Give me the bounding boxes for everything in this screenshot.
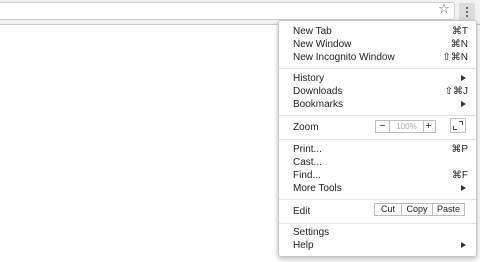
menu-item-shortcut: ⇧⌘J <box>444 86 468 97</box>
dot-icon <box>466 7 468 9</box>
edit-button-group: Cut Copy Paste <box>374 203 465 216</box>
menu-item-new-incognito-window[interactable]: New Incognito Window ⇧⌘N <box>279 51 474 64</box>
menu-item-print[interactable]: Print... ⌘P <box>279 143 474 156</box>
menu-item-new-tab[interactable]: New Tab ⌘T <box>279 25 474 38</box>
menu-item-bookmarks[interactable]: Bookmarks <box>279 98 474 111</box>
menu-item-label: New Window <box>293 39 352 50</box>
dot-icon <box>466 15 468 17</box>
menu-item-cast[interactable]: Cast... <box>279 156 474 169</box>
menu-item-shortcut: ⌘P <box>451 144 468 155</box>
menu-item-label: Print... <box>293 144 322 155</box>
menu-item-label: New Tab <box>293 26 332 37</box>
menu-item-label: Zoom <box>293 122 319 133</box>
menu-separator <box>279 199 476 200</box>
zoom-in-button[interactable]: + <box>422 121 435 132</box>
menu-item-label: Cast... <box>293 157 322 168</box>
menu-item-help[interactable]: Help <box>279 239 474 252</box>
menu-item-history[interactable]: History <box>279 72 474 85</box>
menu-item-shortcut: ⇧⌘N <box>442 52 468 63</box>
dot-icon <box>466 11 468 13</box>
zoom-control: − 100% + <box>375 120 436 133</box>
menu-item-find[interactable]: Find... ⌘F <box>279 169 474 182</box>
menu-item-label: Find... <box>293 170 321 181</box>
menu-item-shortcut: ⌘N <box>450 39 468 50</box>
menu-item-label: Edit <box>293 206 311 217</box>
menu-item-label: Downloads <box>293 86 343 97</box>
menu-separator <box>279 68 476 69</box>
submenu-arrow-icon <box>461 242 466 248</box>
menu-item-more-tools[interactable]: More Tools <box>279 182 474 195</box>
menu-separator <box>279 223 476 224</box>
menu-item-shortcut: ⌘F <box>451 170 468 181</box>
menu-separator <box>279 115 476 116</box>
bookmark-star-icon[interactable]: ☆ <box>437 3 451 17</box>
submenu-arrow-icon <box>461 75 466 81</box>
menu-item-new-window[interactable]: New Window ⌘N <box>279 38 474 51</box>
menu-separator <box>279 139 476 140</box>
menu-item-shortcut: ⌘T <box>451 26 468 37</box>
chrome-menu-button[interactable] <box>459 3 475 21</box>
menu-item-label: Bookmarks <box>293 99 344 110</box>
fullscreen-button[interactable] <box>450 118 466 133</box>
menu-item-label: More Tools <box>293 183 342 194</box>
menu-item-downloads[interactable]: Downloads ⇧⌘J <box>279 85 474 98</box>
menu-item-label: Help <box>293 240 314 251</box>
address-bar[interactable] <box>0 2 455 20</box>
copy-button[interactable]: Copy <box>402 204 432 215</box>
menu-item-label: New Incognito Window <box>293 52 395 63</box>
chrome-main-menu: New Tab ⌘T New Window ⌘N New Incognito W… <box>278 20 477 257</box>
paste-button[interactable]: Paste <box>433 204 464 215</box>
submenu-arrow-icon <box>461 101 466 107</box>
zoom-out-button[interactable]: − <box>376 121 389 132</box>
zoom-level: 100% <box>389 121 424 132</box>
cut-button[interactable]: Cut <box>375 204 401 215</box>
menu-item-settings[interactable]: Settings <box>279 226 474 239</box>
menu-item-label: History <box>293 73 325 84</box>
menu-item-label: Settings <box>293 227 330 238</box>
submenu-arrow-icon <box>461 185 466 191</box>
